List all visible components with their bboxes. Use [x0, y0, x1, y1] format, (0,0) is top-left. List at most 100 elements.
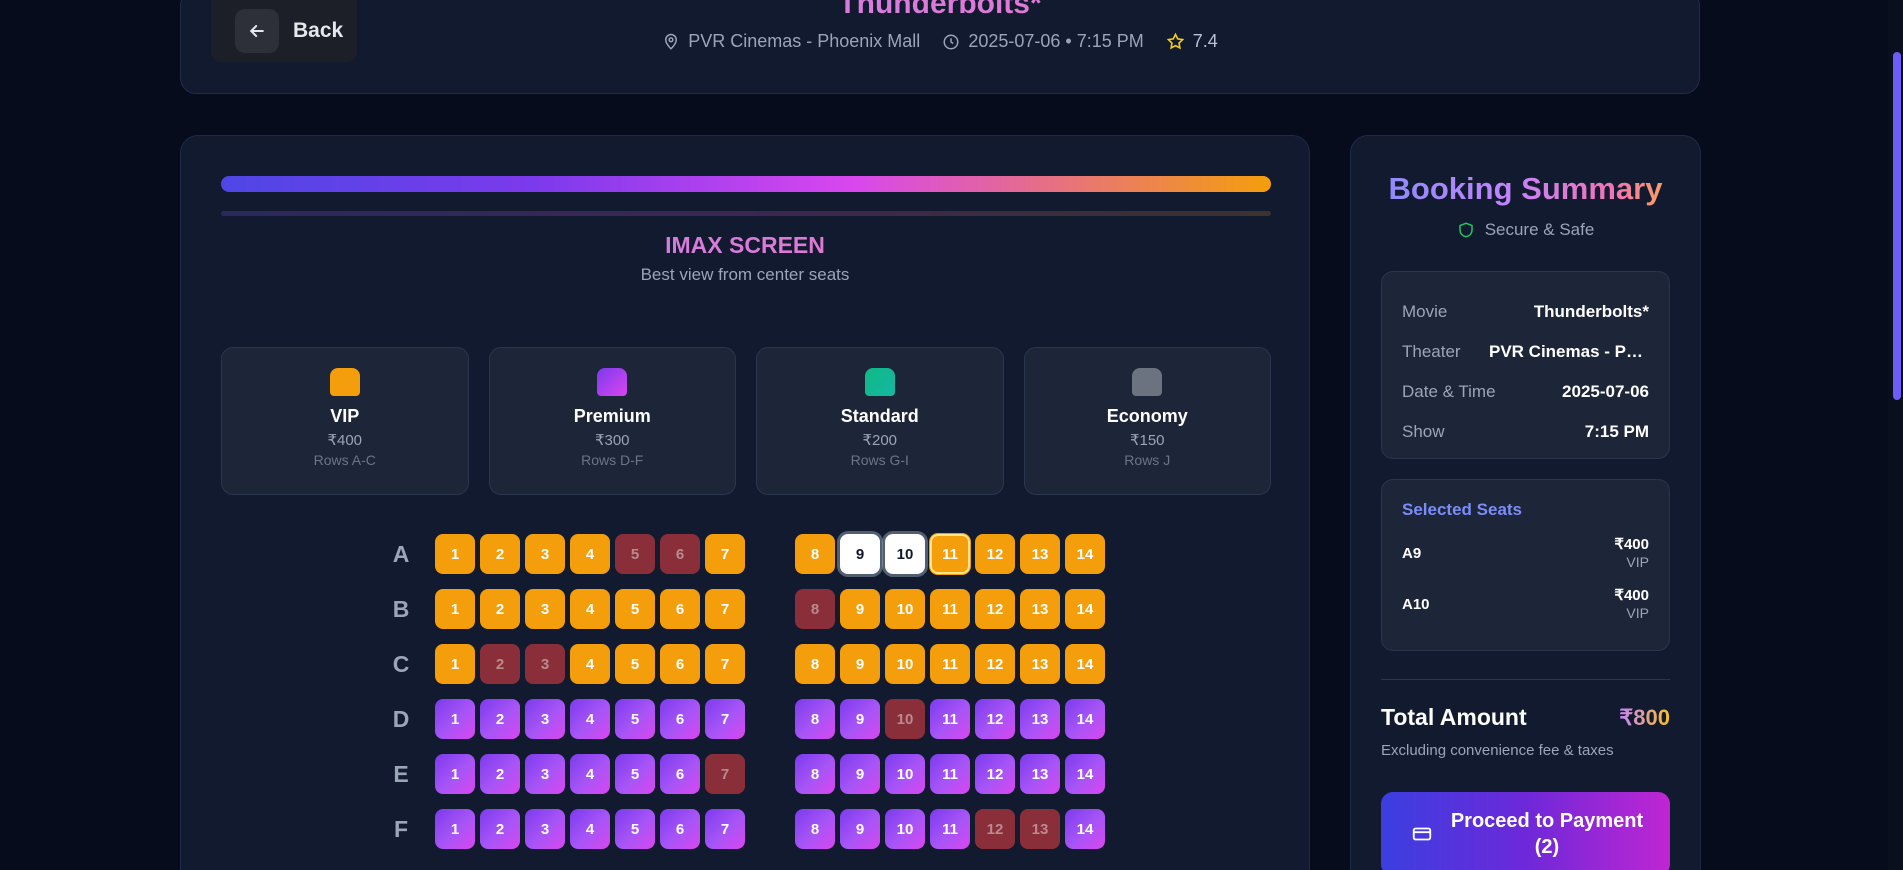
- seat-e13[interactable]: 13: [1020, 754, 1060, 794]
- seat-a3[interactable]: 3: [525, 534, 565, 574]
- seat-a7[interactable]: 7: [705, 534, 745, 574]
- row-label: C: [392, 651, 410, 677]
- secure-label: Secure & Safe: [1484, 220, 1595, 239]
- seat-a9[interactable]: 9: [840, 534, 880, 574]
- seat-d11[interactable]: 11: [930, 699, 970, 739]
- seat-e12[interactable]: 12: [975, 754, 1015, 794]
- seat-f8[interactable]: 8: [795, 809, 835, 849]
- seat-b13[interactable]: 13: [1020, 589, 1060, 629]
- seat-d12[interactable]: 12: [975, 699, 1015, 739]
- seat-b9[interactable]: 9: [840, 589, 880, 629]
- seat-a1[interactable]: 1: [435, 534, 475, 574]
- seat-f7[interactable]: 7: [705, 809, 745, 849]
- seat-e3[interactable]: 3: [525, 754, 565, 794]
- seat-d8[interactable]: 8: [795, 699, 835, 739]
- seat-c13[interactable]: 13: [1020, 644, 1060, 684]
- seat-a13[interactable]: 13: [1020, 534, 1060, 574]
- seat-a14[interactable]: 14: [1065, 534, 1105, 574]
- booking-summary-panel: Booking Summary Secure & Safe Movie Thun…: [1350, 135, 1701, 870]
- info-key: Theater: [1402, 342, 1461, 361]
- seat-c10[interactable]: 10: [885, 644, 925, 684]
- seat-b10[interactable]: 10: [885, 589, 925, 629]
- seat-d13[interactable]: 13: [1020, 699, 1060, 739]
- seat-d10: 10: [885, 699, 925, 739]
- seat-d7[interactable]: 7: [705, 699, 745, 739]
- seat-c8[interactable]: 8: [795, 644, 835, 684]
- seat-c12[interactable]: 12: [975, 644, 1015, 684]
- movie-title: Thunderbolts*: [181, 0, 1699, 21]
- seat-c14[interactable]: 14: [1065, 644, 1105, 684]
- seat-f4[interactable]: 4: [570, 809, 610, 849]
- seat-b6[interactable]: 6: [660, 589, 700, 629]
- seat-a4[interactable]: 4: [570, 534, 610, 574]
- seat-a2[interactable]: 2: [480, 534, 520, 574]
- proceed-to-payment-button[interactable]: Proceed to Payment (2): [1381, 792, 1670, 870]
- seat-b14[interactable]: 14: [1065, 589, 1105, 629]
- category-price: ₹300: [594, 432, 630, 449]
- seat-d6[interactable]: 6: [660, 699, 700, 739]
- seat-e6[interactable]: 6: [660, 754, 700, 794]
- seat-d5[interactable]: 5: [615, 699, 655, 739]
- seat-icon: [329, 368, 360, 396]
- summary-title: Booking Summary: [1351, 171, 1700, 207]
- seat-e14[interactable]: 14: [1065, 754, 1105, 794]
- seat-b2[interactable]: 2: [480, 589, 520, 629]
- seat-d14[interactable]: 14: [1065, 699, 1105, 739]
- seat-a5: 5: [615, 534, 655, 574]
- seat-a11[interactable]: 11: [930, 534, 970, 574]
- seat-b3[interactable]: 3: [525, 589, 565, 629]
- seat-e2[interactable]: 2: [480, 754, 520, 794]
- seat-b5[interactable]: 5: [615, 589, 655, 629]
- seat-d1[interactable]: 1: [435, 699, 475, 739]
- seat-f1[interactable]: 1: [435, 809, 475, 849]
- seat-c7[interactable]: 7: [705, 644, 745, 684]
- arrow-left-icon: [235, 9, 279, 53]
- seat-f2[interactable]: 2: [480, 809, 520, 849]
- seat-e8[interactable]: 8: [795, 754, 835, 794]
- seat-e5[interactable]: 5: [615, 754, 655, 794]
- category-card-vip: VIP ₹400 Rows A-C: [221, 347, 469, 495]
- seat-c4[interactable]: 4: [570, 644, 610, 684]
- seat-c11[interactable]: 11: [930, 644, 970, 684]
- seat-d9[interactable]: 9: [840, 699, 880, 739]
- seat-d4[interactable]: 4: [570, 699, 610, 739]
- seat-e11[interactable]: 11: [930, 754, 970, 794]
- seat-f3[interactable]: 3: [525, 809, 565, 849]
- seat-a10[interactable]: 10: [885, 534, 925, 574]
- seat-f5[interactable]: 5: [615, 809, 655, 849]
- seat-d3[interactable]: 3: [525, 699, 565, 739]
- category-card-economy: Economy ₹150 Rows J: [1023, 347, 1271, 495]
- seat-e1[interactable]: 1: [435, 754, 475, 794]
- booking-info: Movie Thunderbolts* Theater PVR Cinemas …: [1381, 271, 1670, 459]
- scrollbar-thumb[interactable]: [1893, 52, 1901, 400]
- seat-f10[interactable]: 10: [885, 809, 925, 849]
- selected-seats-box: Selected Seats A9 ₹400 VIP A10 ₹400 VIP: [1381, 479, 1670, 651]
- seat-b11[interactable]: 11: [930, 589, 970, 629]
- seat-d2[interactable]: 2: [480, 699, 520, 739]
- seat-c5[interactable]: 5: [615, 644, 655, 684]
- info-row-date: Date & Time 2025-07-06: [1402, 372, 1649, 412]
- page-scrollbar[interactable]: [1888, 0, 1903, 870]
- seat-b1[interactable]: 1: [435, 589, 475, 629]
- seat-f14[interactable]: 14: [1065, 809, 1105, 849]
- seat-c9[interactable]: 9: [840, 644, 880, 684]
- seat-e4[interactable]: 4: [570, 754, 610, 794]
- seat-f11[interactable]: 11: [930, 809, 970, 849]
- seat-a12[interactable]: 12: [975, 534, 1015, 574]
- seat-b12[interactable]: 12: [975, 589, 1015, 629]
- seat-e9[interactable]: 9: [840, 754, 880, 794]
- seat-selection-panel: IMAX SCREEN Best view from center seats …: [180, 135, 1310, 870]
- theater-meta: PVR Cinemas - Phoenix Mall: [662, 31, 920, 52]
- seat-a8[interactable]: 8: [795, 534, 835, 574]
- selected-seat-id: A9: [1402, 544, 1422, 562]
- back-button[interactable]: Back: [211, 0, 357, 62]
- seat-f6[interactable]: 6: [660, 809, 700, 849]
- star-icon: [1166, 32, 1185, 50]
- seat-b4[interactable]: 4: [570, 589, 610, 629]
- seat-e10[interactable]: 10: [885, 754, 925, 794]
- seat-c6[interactable]: 6: [660, 644, 700, 684]
- seat-b7[interactable]: 7: [705, 589, 745, 629]
- seat-c1[interactable]: 1: [435, 644, 475, 684]
- seat-f9[interactable]: 9: [840, 809, 880, 849]
- selected-seat-category: VIP: [1626, 604, 1649, 621]
